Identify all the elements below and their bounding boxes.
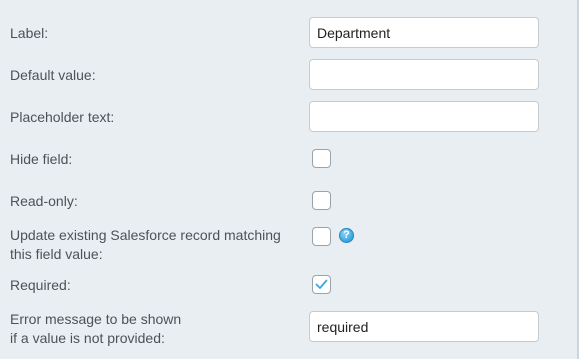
error-message-label-line1: Error message to be shown [10,311,182,327]
read-only-checkbox[interactable] [312,191,331,210]
update-existing-label-line1: Update existing Salesforce record matchi… [10,227,281,243]
label-input[interactable] [309,17,539,48]
checkmark-icon [315,279,328,289]
hide-field-checkbox[interactable] [312,149,331,168]
placeholder-text-input[interactable] [309,101,539,132]
error-message-input[interactable] [309,311,539,342]
placeholder-text-label: Placeholder text: [10,109,115,125]
default-value-label: Default value: [10,67,96,83]
field-settings-form: Label: Default value: Placeholder text: … [0,0,579,359]
update-existing-label-line2: this field value: [10,246,103,262]
required-label: Required: [10,277,71,293]
label-field-label: Label: [10,25,49,41]
read-only-label: Read-only: [10,193,78,209]
error-message-label-line2: if a value is not provided: [10,330,165,346]
question-circle-icon[interactable]: ? [339,228,354,243]
hide-field-label: Hide field: [10,151,73,167]
update-existing-checkbox[interactable] [312,227,331,246]
default-value-input[interactable] [309,59,539,90]
required-checkbox[interactable] [312,275,331,294]
